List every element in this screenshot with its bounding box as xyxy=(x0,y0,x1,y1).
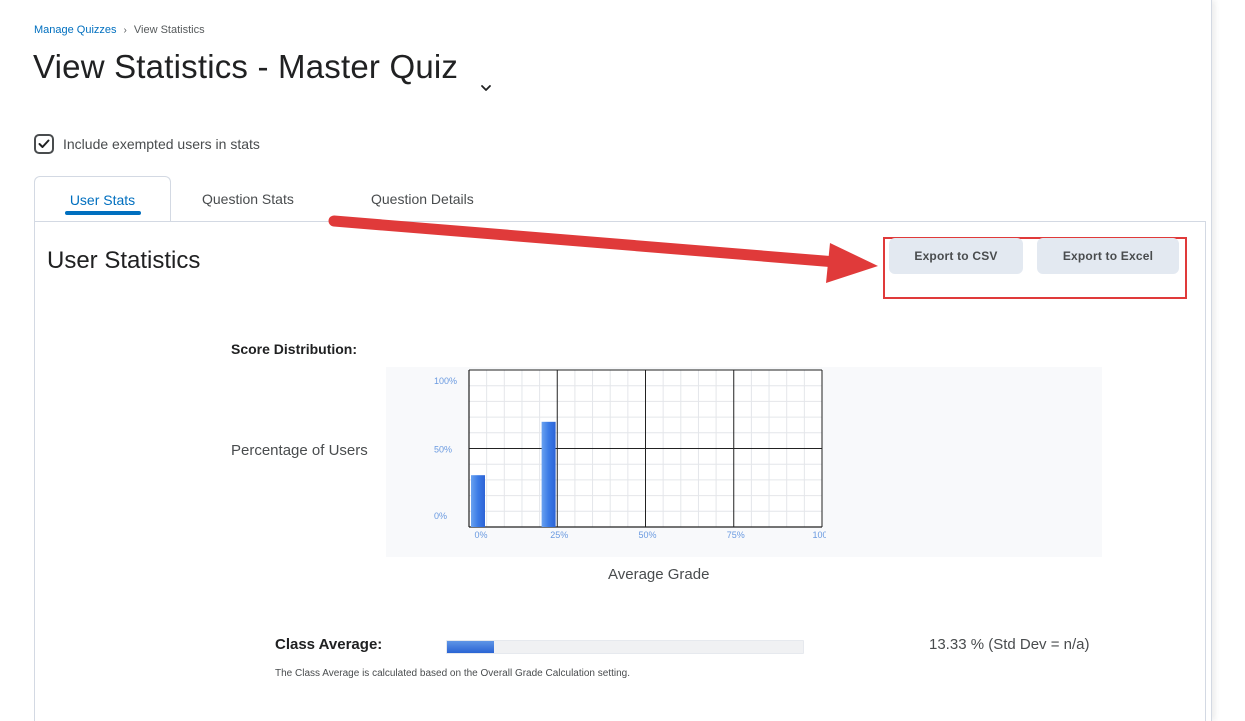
export-csv-button[interactable]: Export to CSV xyxy=(889,238,1023,274)
include-exempted-checkbox[interactable] xyxy=(34,134,54,154)
tab-question-stats-label: Question Stats xyxy=(202,191,294,207)
chart-x-tick-label: 50% xyxy=(638,530,656,540)
tab-question-details[interactable]: Question Details xyxy=(371,176,474,222)
user-stats-panel: User Statistics Export to CSV Export to … xyxy=(34,221,1206,721)
chart-y-axis-title: Percentage of Users xyxy=(231,442,368,459)
class-average-note: The Class Average is calculated based on… xyxy=(275,668,631,679)
breadcrumb-current: View Statistics xyxy=(133,24,205,36)
tab-user-stats-label: User Stats xyxy=(69,192,136,208)
export-excel-button[interactable]: Export to Excel xyxy=(1037,238,1179,274)
chevron-down-icon[interactable] xyxy=(480,64,492,91)
breadcrumb-separator: › xyxy=(123,24,127,36)
tab-question-details-label: Question Details xyxy=(371,191,474,207)
section-title: User Statistics xyxy=(47,247,201,274)
tab-active-indicator xyxy=(65,211,141,215)
checkmark-icon xyxy=(38,139,50,148)
include-exempted-option: Include exempted users in stats xyxy=(34,134,260,154)
chart-bar xyxy=(541,421,556,527)
chart-x-axis-title: Average Grade xyxy=(608,566,710,583)
chart-x-tick-label: 25% xyxy=(550,530,568,540)
chart-y-tick-label: 0% xyxy=(434,511,447,521)
tab-question-stats[interactable]: Question Stats xyxy=(202,176,294,222)
class-average-bar xyxy=(446,640,804,654)
tab-bar: User Stats Question Stats Question Detai… xyxy=(34,176,524,222)
score-distribution-chart: 0% 50% 100% 0% 25% 50% 75% 100% xyxy=(434,369,826,540)
chart-y-tick-label: 50% xyxy=(434,445,452,455)
page-title-text: View Statistics - Master Quiz xyxy=(33,48,459,85)
breadcrumb-manage-quizzes[interactable]: Manage Quizzes xyxy=(34,24,117,36)
chart-y-tick-label: 100% xyxy=(434,376,457,386)
chart-x-tick-label: 75% xyxy=(727,530,745,540)
chart-x-tick-label: 0% xyxy=(474,530,487,540)
chart-title: Score Distribution: xyxy=(231,341,358,357)
page-title: View Statistics - Master Quiz xyxy=(33,48,492,91)
class-average-bar-fill xyxy=(447,641,495,653)
class-average-value: 13.33 % (Std Dev = n/a) xyxy=(929,636,1090,653)
chart-bar xyxy=(471,475,485,527)
include-exempted-label[interactable]: Include exempted users in stats xyxy=(63,136,260,152)
tab-user-stats[interactable]: User Stats xyxy=(34,176,171,222)
class-average-label: Class Average: xyxy=(275,636,383,653)
breadcrumb: Manage Quizzes › View Statistics xyxy=(34,24,205,36)
chart-x-tick-label: 100% xyxy=(812,530,826,540)
